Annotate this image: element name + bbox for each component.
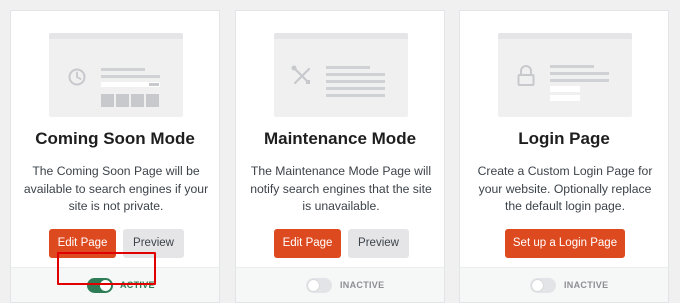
card-footer: INACTIVE	[460, 267, 668, 302]
toggle-knob	[308, 280, 319, 291]
clock-icon	[68, 68, 86, 86]
status-toggle[interactable]	[306, 278, 332, 293]
status-label: INACTIVE	[564, 280, 609, 290]
preview-button[interactable]: Preview	[348, 229, 409, 258]
card-footer: INACTIVE	[236, 267, 444, 302]
maintenance-illustration	[274, 33, 408, 117]
login-page-card: Login Page Create a Custom Login Page fo…	[459, 10, 669, 303]
card-description: The Coming Soon Page will be available t…	[23, 164, 209, 213]
setup-login-page-button[interactable]: Set up a Login Page	[505, 229, 625, 258]
card-title: Maintenance Mode	[263, 129, 417, 148]
status-toggle[interactable]	[530, 278, 556, 293]
tools-icon	[291, 65, 311, 85]
edit-page-button[interactable]: Edit Page	[274, 229, 341, 258]
coming-soon-illustration	[49, 33, 183, 117]
card-title: Login Page	[518, 129, 610, 148]
card-description: The Maintenance Mode Page will notify se…	[250, 164, 432, 213]
card-description: Create a Custom Login Page for your webs…	[477, 164, 653, 213]
status-label: INACTIVE	[340, 280, 385, 290]
card-title: Coming Soon Mode	[35, 129, 195, 148]
toggle-knob	[532, 280, 543, 291]
maintenance-mode-card: Maintenance Mode The Maintenance Mode Pa…	[235, 10, 445, 303]
login-illustration	[498, 33, 632, 117]
lock-icon	[517, 65, 535, 86]
highlight-box	[57, 252, 156, 285]
